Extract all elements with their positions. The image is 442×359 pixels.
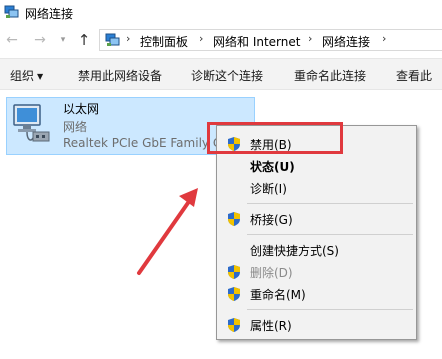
breadcrumb-chevron-icon[interactable]: ›	[382, 32, 386, 45]
connection-type: 网络	[63, 120, 88, 134]
breadcrumb-chevron-icon[interactable]: ›	[308, 32, 312, 45]
breadcrumb-network-internet[interactable]: 网络和 Internet	[213, 33, 300, 50]
menu-separator	[247, 309, 413, 310]
menu-item-label: 删除(D)	[250, 266, 293, 280]
up-arrow-icon[interactable]: ↑	[76, 32, 92, 48]
connection-name: 以太网	[63, 102, 100, 116]
menu-separator	[247, 203, 413, 204]
network-connections-icon	[4, 5, 19, 18]
recent-locations-chevron-icon[interactable]: ▾	[55, 32, 71, 48]
disable-device-button[interactable]: 禁用此网络设备	[78, 67, 162, 84]
breadcrumb-control-panel[interactable]: 控制面板	[140, 33, 188, 50]
context-menu: 禁用(B) 状态(U) 诊断(I) 桥接(G) 创建快捷方式(S) 删除(D) …	[216, 125, 417, 340]
menu-item-rename[interactable]: 重命名(M)	[217, 283, 416, 305]
menu-item-label: 状态(U)	[250, 160, 295, 174]
connection-adapter: Realtek PCIe GbE Family C	[63, 136, 222, 150]
organize-button[interactable]: 组织 ▼	[10, 67, 43, 84]
view-status-button[interactable]: 查看此	[396, 67, 432, 84]
menu-separator	[247, 234, 413, 235]
uac-shield-icon	[228, 287, 240, 301]
control-panel-icon	[105, 33, 120, 46]
menu-item-create-shortcut[interactable]: 创建快捷方式(S)	[217, 239, 416, 261]
back-arrow-icon[interactable]: ←	[4, 32, 20, 48]
breadcrumb-network-connections[interactable]: 网络连接	[322, 33, 370, 50]
diagnose-button[interactable]: 诊断这个连接	[191, 67, 263, 84]
menu-item-bridge[interactable]: 桥接(G)	[217, 208, 416, 230]
menu-item-label: 重命名(M)	[250, 288, 306, 302]
menu-item-properties[interactable]: 属性(R)	[217, 314, 416, 336]
uac-shield-icon	[228, 212, 240, 226]
rename-button[interactable]: 重命名此连接	[294, 67, 366, 84]
menu-item-label: 诊断(I)	[250, 182, 287, 196]
chevron-down-icon: ▼	[37, 72, 44, 81]
breadcrumb-chevron-icon[interactable]: ›	[199, 32, 203, 45]
menu-item-label: 创建快捷方式(S)	[250, 244, 339, 258]
breadcrumb-chevron-icon[interactable]: ›	[126, 32, 130, 45]
address-row: ← → ▾ ↑ › 控制面板 › 网络和 Internet › 网络连接 ›	[0, 26, 442, 56]
menu-item-diagnose[interactable]: 诊断(I)	[217, 177, 416, 199]
ethernet-adapter-icon	[13, 104, 50, 142]
forward-arrow-icon[interactable]: →	[32, 32, 48, 48]
address-bar[interactable]: › 控制面板 › 网络和 Internet › 网络连接 ›	[99, 29, 442, 51]
menu-item-status[interactable]: 状态(U)	[217, 155, 416, 177]
menu-item-delete[interactable]: 删除(D)	[217, 261, 416, 283]
command-bar: 组织 ▼ 禁用此网络设备 诊断这个连接 重命名此连接 查看此	[0, 58, 442, 90]
uac-shield-icon	[228, 265, 240, 279]
uac-shield-icon	[228, 318, 240, 332]
menu-item-label: 属性(R)	[250, 319, 292, 333]
menu-item-label: 桥接(G)	[250, 213, 293, 227]
title-bar: 网络连接	[0, 0, 442, 26]
window-title: 网络连接	[25, 7, 74, 21]
annotation-highlight-box	[207, 122, 343, 154]
